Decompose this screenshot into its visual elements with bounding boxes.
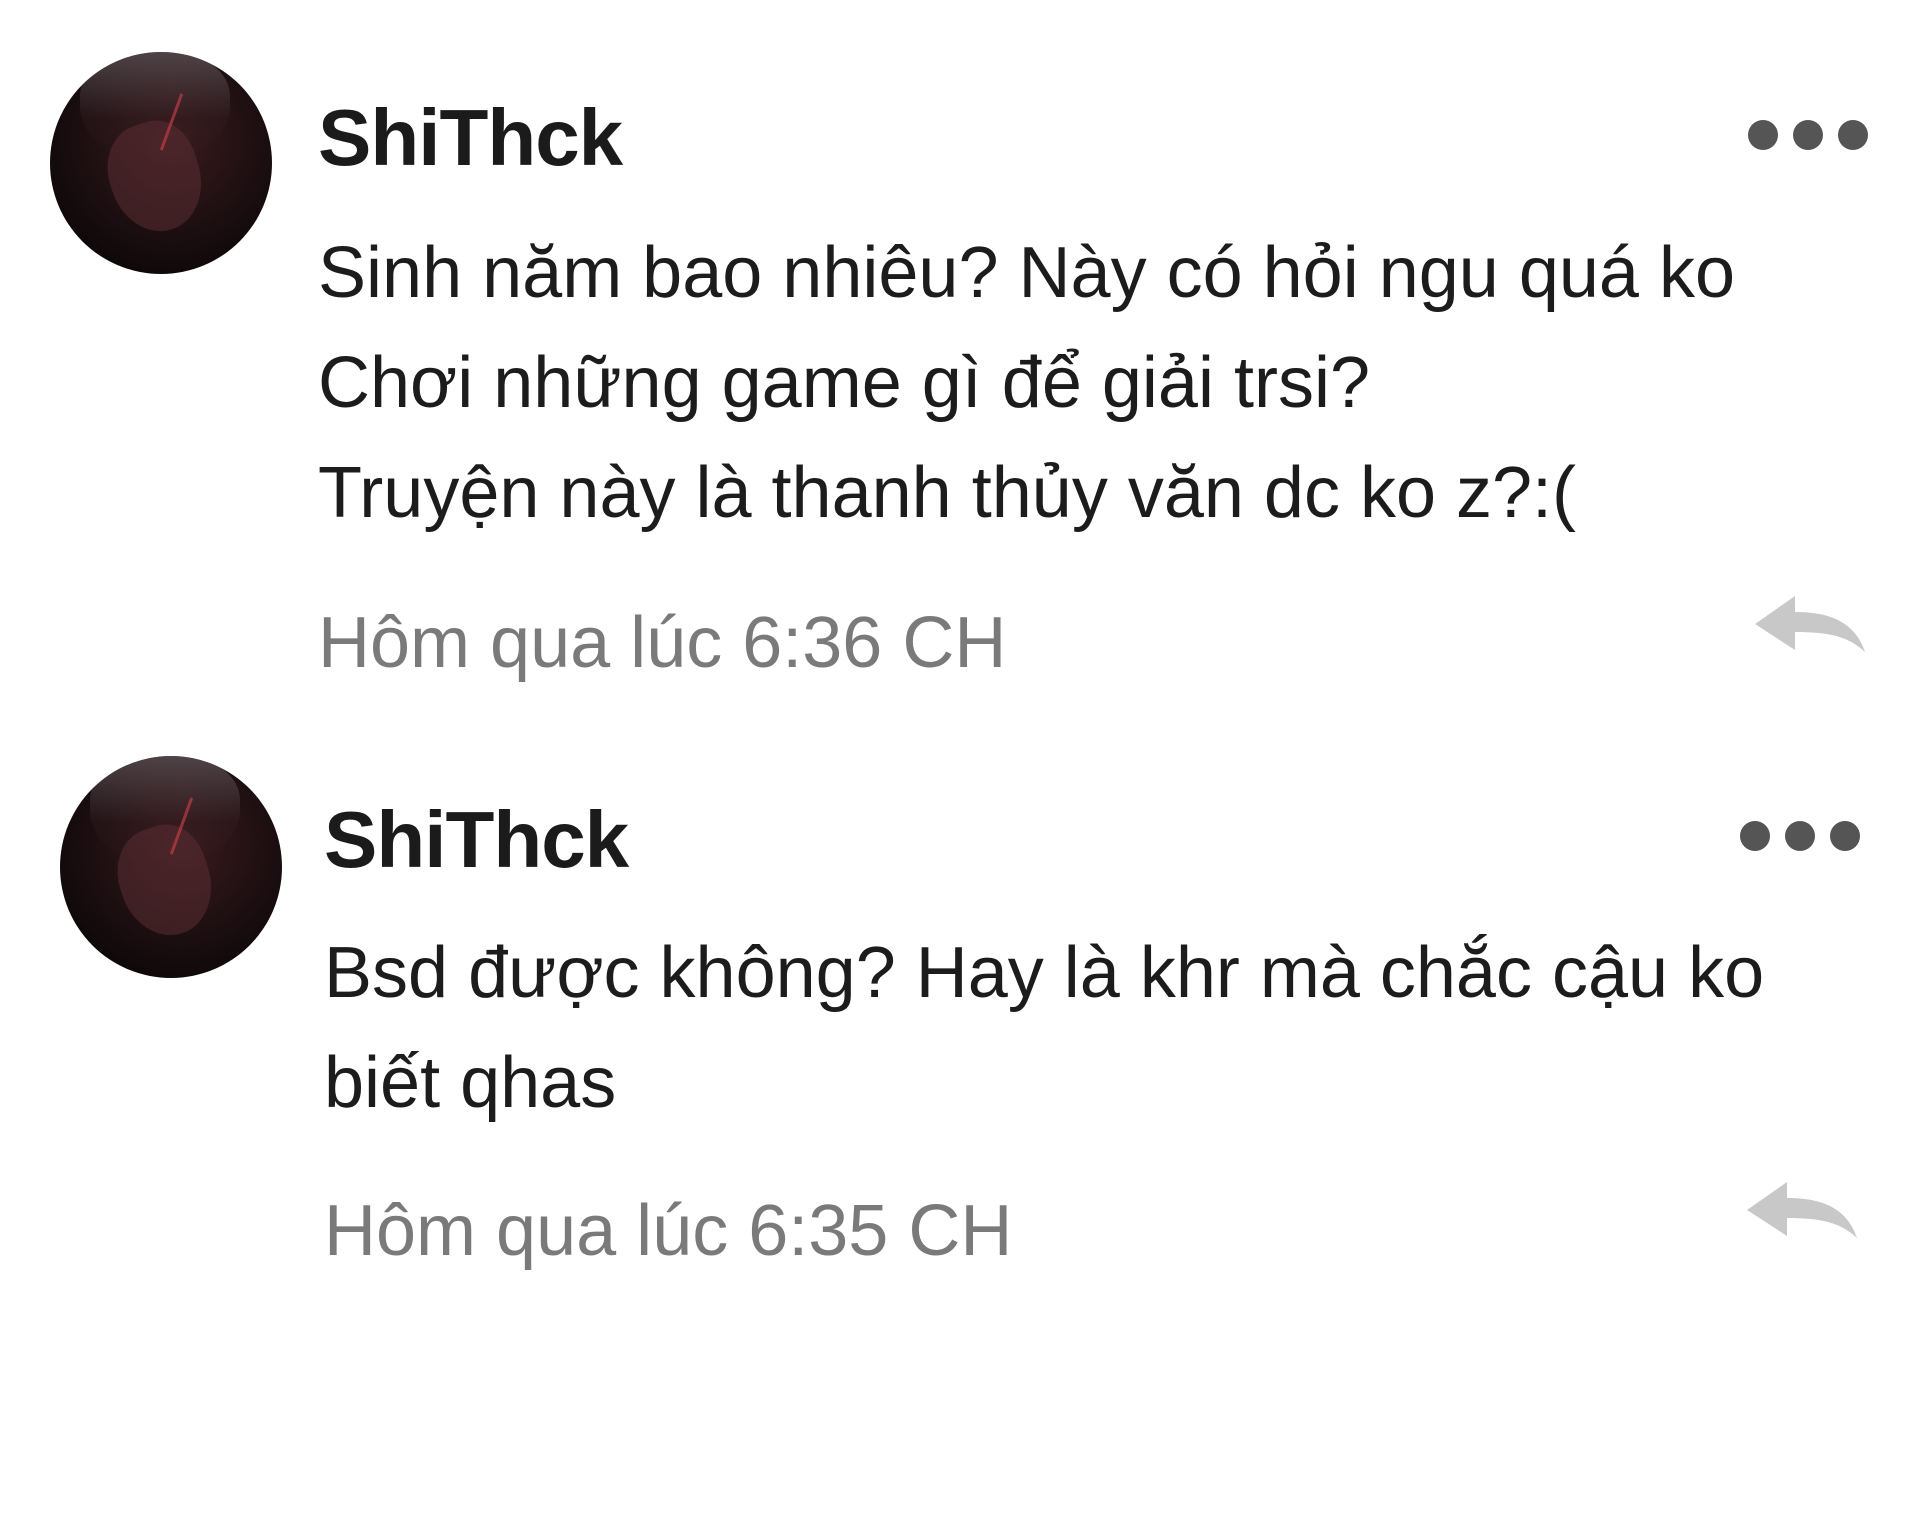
more-options-icon[interactable] (1740, 814, 1860, 858)
comment-timestamp: Hôm qua lúc 6:35 CH (324, 1191, 1013, 1271)
comment-item: ShiThck Sinh năm bao nhiêu? Này có hỏi n… (0, 0, 1920, 700)
comment-line: Sinh năm bao nhiêu? Này có hỏi ngu quá k… (318, 233, 1736, 313)
more-options-icon[interactable] (1748, 113, 1868, 157)
comment-line: biết qhas (324, 1043, 617, 1123)
comment-line: Chơi những game gì để giải trsi? (318, 343, 1370, 423)
more-dot (1785, 821, 1815, 851)
more-dot (1830, 821, 1860, 851)
comment-body: Sinh năm bao nhiêu? Này có hỏi ngu quá k… (318, 218, 1735, 548)
comment-username[interactable]: ShiThck (318, 92, 623, 184)
avatar[interactable] (50, 52, 272, 274)
comment-line: Truyện này là thanh thủy văn dc ko z?:( (318, 453, 1577, 533)
comment-username[interactable]: ShiThck (324, 794, 629, 886)
more-dot (1748, 120, 1778, 150)
comment-item: ShiThck Bsd được không? Hay là khr mà ch… (0, 740, 1920, 1340)
more-dot (1838, 120, 1868, 150)
more-dot (1740, 821, 1770, 851)
more-dot (1793, 120, 1823, 150)
reply-icon[interactable] (1750, 592, 1870, 662)
comment-body: Bsd được không? Hay là khr mà chắc cậu k… (324, 918, 1764, 1138)
comment-timestamp: Hôm qua lúc 6:36 CH (318, 603, 1007, 683)
reply-icon[interactable] (1742, 1178, 1862, 1248)
avatar[interactable] (60, 756, 282, 978)
comment-line: Bsd được không? Hay là khr mà chắc cậu k… (324, 933, 1765, 1013)
